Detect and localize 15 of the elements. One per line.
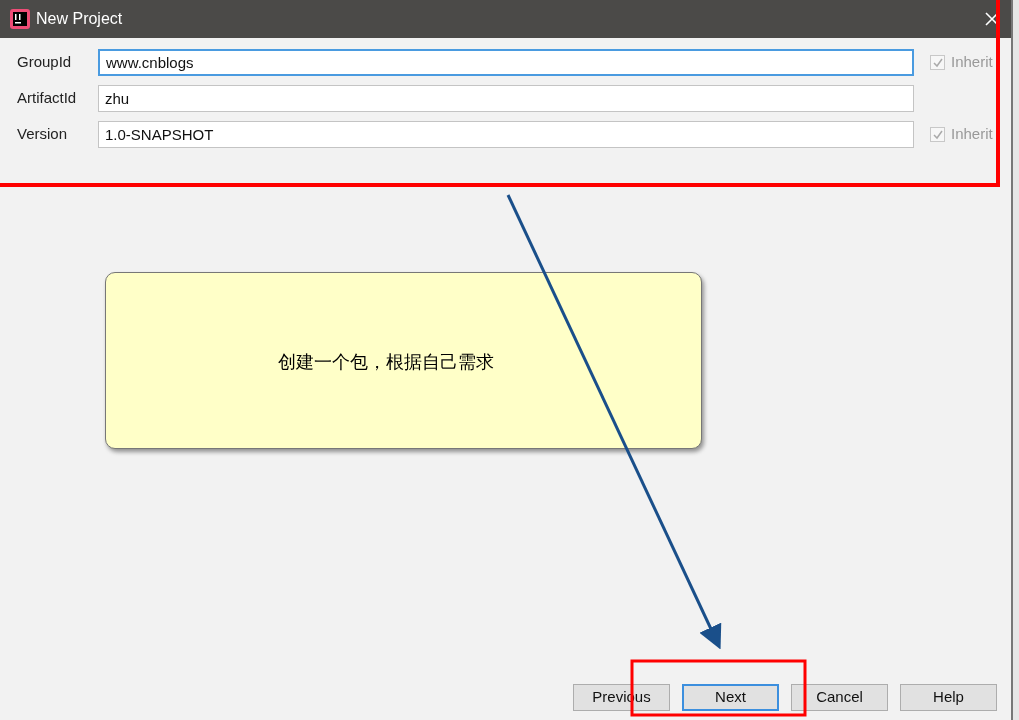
- text-field[interactable]: zhu: [98, 85, 914, 112]
- dialog-button[interactable]: Cancel: [791, 684, 888, 711]
- field-label: Version: [17, 124, 69, 145]
- checkbox-label: Inherit: [951, 124, 993, 145]
- text-field[interactable]: www.cnblogs: [98, 49, 914, 76]
- checkbox-label: Inherit: [951, 52, 993, 73]
- dialog-button[interactable]: Next: [682, 684, 779, 711]
- callout-note: 创建一个包，根据自己需求: [105, 272, 702, 449]
- app-logo-icon: [10, 9, 30, 29]
- dialog-button[interactable]: Help: [900, 684, 997, 711]
- window-title: New Project: [36, 9, 123, 29]
- close-icon[interactable]: [985, 12, 999, 26]
- field-label: GroupId: [17, 52, 73, 73]
- text-field[interactable]: 1.0-SNAPSHOT: [98, 121, 914, 148]
- field-label: ArtifactId: [17, 88, 78, 109]
